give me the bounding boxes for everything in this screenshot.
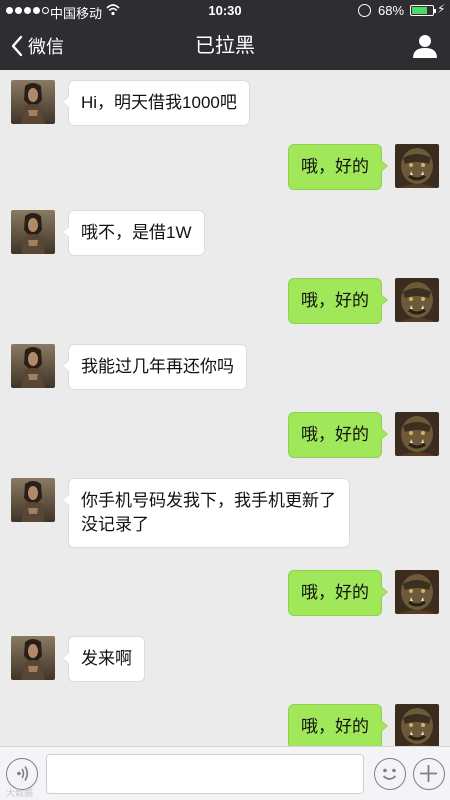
message-bubble[interactable]: Hi，明天借我1000吧 bbox=[62, 80, 250, 126]
contact-avatar[interactable] bbox=[11, 344, 55, 388]
back-button[interactable]: 微信 bbox=[10, 22, 64, 70]
message-bubble[interactable]: 哦不，是借1W bbox=[62, 210, 205, 256]
input-bar bbox=[0, 746, 450, 800]
my-avatar[interactable] bbox=[395, 412, 439, 456]
message-bubble[interactable]: 发来啊 bbox=[62, 636, 145, 682]
my-avatar[interactable] bbox=[395, 144, 439, 188]
message-input[interactable] bbox=[46, 754, 364, 794]
chat-message-list[interactable]: Hi，明天借我1000吧 哦，好的 哦不，是借1W 哦，好的 我能过几年再还你吗 哦，好的… bbox=[0, 70, 450, 746]
back-label: 微信 bbox=[28, 37, 64, 57]
status-bar: 中国移动 10:30 68% ⚡ bbox=[0, 0, 450, 22]
navigation-bar: 微信 已拉黑 bbox=[0, 22, 450, 70]
emoji-button[interactable] bbox=[374, 758, 406, 790]
voice-icon bbox=[17, 766, 29, 781]
chat-title: 已拉黑 bbox=[195, 35, 255, 57]
my-avatar[interactable] bbox=[395, 278, 439, 322]
battery-fill bbox=[412, 7, 427, 14]
person-icon[interactable] bbox=[412, 33, 438, 59]
my-avatar[interactable] bbox=[395, 570, 439, 614]
battery-percent: 68% bbox=[378, 3, 405, 18]
charging-icon: ⚡ bbox=[437, 2, 446, 16]
watermark: 大数据 bbox=[6, 788, 34, 798]
contact-avatar[interactable] bbox=[11, 210, 55, 254]
message-bubble[interactable]: 你手机号码发我下，我手机更新了没记录了 bbox=[62, 478, 350, 548]
message-bubble[interactable]: 哦，好的 bbox=[288, 704, 388, 746]
battery-icon bbox=[410, 5, 436, 16]
emoji-icon bbox=[382, 768, 397, 780]
message-bubble[interactable]: 哦，好的 bbox=[288, 144, 388, 190]
contact-avatar[interactable] bbox=[11, 478, 55, 522]
message-bubble[interactable]: 我能过几年再还你吗 bbox=[62, 344, 247, 390]
contact-avatar[interactable] bbox=[11, 636, 55, 680]
rotation-lock-icon bbox=[358, 4, 371, 17]
chevron-left-icon bbox=[11, 35, 23, 57]
message-bubble[interactable]: 哦，好的 bbox=[288, 570, 388, 616]
contact-avatar[interactable] bbox=[11, 80, 55, 124]
message-bubble[interactable]: 哦，好的 bbox=[288, 278, 388, 324]
more-button[interactable] bbox=[413, 758, 445, 790]
plus-icon bbox=[420, 765, 437, 782]
my-avatar[interactable] bbox=[395, 704, 439, 746]
message-bubble[interactable]: 哦，好的 bbox=[288, 412, 388, 458]
